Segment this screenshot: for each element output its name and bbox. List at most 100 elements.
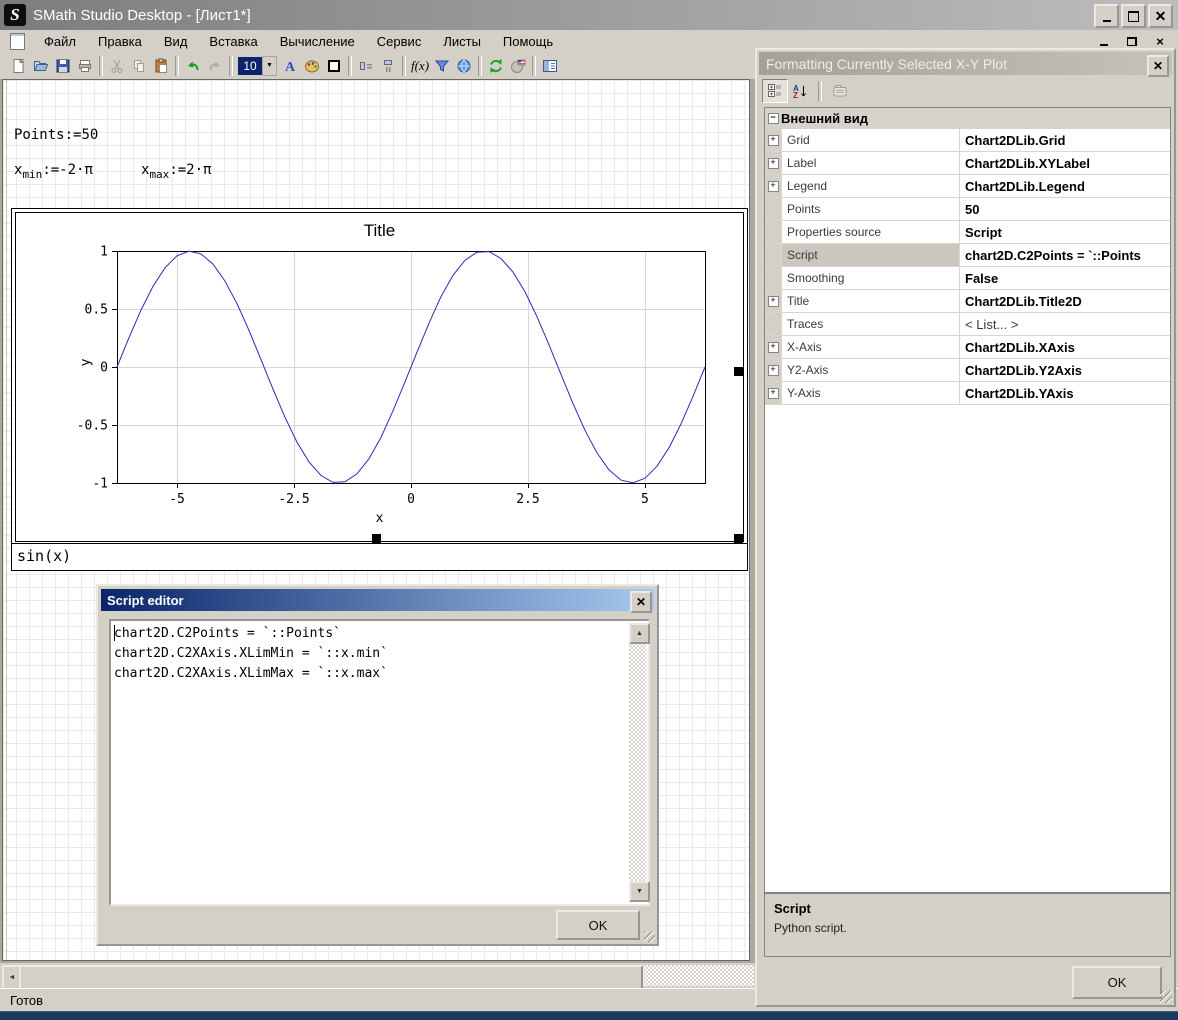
document-icon[interactable]	[10, 33, 25, 50]
minimize-button[interactable]	[1094, 4, 1119, 28]
mdi-restore-button[interactable]	[1124, 34, 1140, 48]
expand-icon[interactable]: +	[768, 365, 779, 376]
font-color-button[interactable]: A	[279, 55, 301, 77]
property-value[interactable]: Chart2DLib.Legend	[960, 175, 1170, 197]
property-row-legend[interactable]: +LegendChart2DLib.Legend	[765, 175, 1170, 198]
menu-item-3[interactable]: Вид	[153, 32, 199, 51]
recalculate-button[interactable]	[485, 55, 507, 77]
collapse-icon[interactable]: −	[768, 113, 779, 124]
property-label[interactable]: Label	[782, 152, 960, 174]
print-button[interactable]	[74, 55, 96, 77]
function-button[interactable]: f(x)	[409, 55, 431, 77]
property-label[interactable]: Smoothing	[782, 267, 960, 289]
script-text-area[interactable]: chart2D.C2Points = `::Points`chart2D.C2X…	[109, 619, 650, 906]
property-row-points[interactable]: Points50	[765, 198, 1170, 221]
menu-item-7[interactable]: Листы	[432, 32, 492, 51]
align-horizontal-button[interactable]	[355, 55, 377, 77]
expression-xmin[interactable]: xmin:=-2·π	[14, 162, 93, 181]
property-row-smoothing[interactable]: SmoothingFalse	[765, 267, 1170, 290]
menu-item-5[interactable]: Вычисление	[269, 32, 366, 51]
menu-item-4[interactable]: Вставка	[198, 32, 268, 51]
property-value[interactable]: Script	[960, 221, 1170, 243]
paste-button[interactable]	[150, 55, 172, 77]
script-vertical-scrollbar[interactable]: ▲ ▼	[629, 623, 646, 902]
new-document-button[interactable]	[8, 55, 30, 77]
script-line[interactable]: chart2D.C2XAxis.XLimMin = `::x.min`	[114, 644, 628, 664]
property-category-row[interactable]: − Внешний вид	[765, 108, 1170, 129]
menu-item-6[interactable]: Сервис	[366, 32, 433, 51]
language-button[interactable]	[507, 55, 529, 77]
script-editor-ok-button[interactable]: OK	[556, 910, 640, 940]
font-size-input[interactable]: 10	[238, 57, 262, 75]
palette-button[interactable]	[301, 55, 323, 77]
categorized-view-button[interactable]	[762, 79, 788, 103]
mdi-close-button[interactable]: ×	[1152, 34, 1168, 48]
trace-expression[interactable]: sin(x)	[12, 543, 747, 569]
undo-button[interactable]	[182, 55, 204, 77]
property-label[interactable]: Properties source	[782, 221, 960, 243]
property-value[interactable]: 50	[960, 198, 1170, 220]
property-row-properties-source[interactable]: Properties sourceScript	[765, 221, 1170, 244]
align-vertical-button[interactable]	[377, 55, 399, 77]
copy-button[interactable]	[128, 55, 150, 77]
property-value[interactable]: Chart2DLib.XAxis	[960, 336, 1170, 358]
property-row-grid[interactable]: +GridChart2DLib.Grid	[765, 129, 1170, 152]
open-button[interactable]	[30, 55, 52, 77]
script-editor-close-button[interactable]: ✕	[630, 591, 652, 613]
worksheet[interactable]: Points:=50 xmin:=-2·π xmax:=2·π -5-2.502…	[2, 79, 750, 961]
script-editor-title-bar[interactable]: Script editor ✕	[101, 589, 654, 611]
property-value[interactable]: Chart2DLib.Grid	[960, 129, 1170, 151]
expression-xmax[interactable]: xmax:=2·π	[141, 162, 211, 181]
filter-button[interactable]	[431, 55, 453, 77]
property-row-traces[interactable]: Traces< List... >	[765, 313, 1170, 336]
property-label[interactable]: Title	[782, 290, 960, 312]
scrollbar-track[interactable]	[629, 623, 646, 902]
formatting-panel-title-bar[interactable]: Formatting Currently Selected X-Y Plot ✕	[759, 52, 1172, 75]
property-row-y2-axis[interactable]: +Y2-AxisChart2DLib.Y2Axis	[765, 359, 1170, 382]
expand-icon[interactable]: +	[768, 342, 779, 353]
property-label[interactable]: Traces	[782, 313, 960, 335]
expand-icon[interactable]: +	[768, 296, 779, 307]
font-size-dropdown-button[interactable]: ▼	[262, 56, 277, 76]
menu-item-1[interactable]: Файл	[33, 32, 87, 51]
property-value[interactable]: Chart2DLib.XYLabel	[960, 152, 1170, 174]
xy-plot-widget[interactable]: -5-2.502.5510.50-0.5-1 Title y x sin(x)	[11, 208, 748, 571]
properties-button[interactable]	[539, 55, 561, 77]
script-lines[interactable]: chart2D.C2Points = `::Points`chart2D.C2X…	[114, 624, 628, 901]
expand-icon[interactable]: +	[768, 158, 779, 169]
save-button[interactable]	[52, 55, 74, 77]
scroll-up-button[interactable]: ▲	[629, 623, 650, 644]
selection-handle[interactable]	[734, 367, 743, 376]
property-label[interactable]: Script	[782, 244, 960, 266]
property-row-script[interactable]: Scriptchart2D.C2Points = `::Points	[765, 244, 1170, 267]
property-row-y-axis[interactable]: +Y-AxisChart2DLib.YAxis	[765, 382, 1170, 405]
menu-item-2[interactable]: Правка	[87, 32, 153, 51]
selection-handle[interactable]	[372, 534, 381, 543]
expression-points[interactable]: Points:=50	[14, 127, 98, 143]
property-value[interactable]: False	[960, 267, 1170, 289]
border-button[interactable]	[323, 55, 345, 77]
property-row-title[interactable]: +TitleChart2DLib.Title2D	[765, 290, 1170, 313]
expand-icon[interactable]: +	[768, 181, 779, 192]
formatting-panel-close-button[interactable]: ✕	[1147, 55, 1169, 77]
property-row-x-axis[interactable]: +X-AxisChart2DLib.XAxis	[765, 336, 1170, 359]
menu-item-8[interactable]: Помощь	[492, 32, 564, 51]
property-value[interactable]: Chart2DLib.Title2D	[960, 290, 1170, 312]
script-line[interactable]: chart2D.C2XAxis.XLimMax = `::x.max`	[114, 664, 628, 684]
property-label[interactable]: Grid	[782, 129, 960, 151]
web-help-button[interactable]	[453, 55, 475, 77]
property-label[interactable]: Points	[782, 198, 960, 220]
property-label[interactable]: Legend	[782, 175, 960, 197]
property-value[interactable]: Chart2DLib.YAxis	[960, 382, 1170, 404]
cut-button[interactable]	[106, 55, 128, 77]
resize-grip[interactable]	[644, 931, 655, 942]
maximize-button[interactable]	[1121, 4, 1146, 28]
expand-icon[interactable]: +	[768, 135, 779, 146]
redo-button[interactable]	[204, 55, 226, 77]
property-label[interactable]: Y2-Axis	[782, 359, 960, 381]
formatting-panel-ok-button[interactable]: OK	[1072, 966, 1162, 999]
scroll-down-button[interactable]: ▼	[629, 881, 650, 902]
resize-grip[interactable]	[1160, 991, 1172, 1003]
alphabetical-sort-button[interactable]: AZ	[788, 80, 812, 102]
property-value[interactable]: chart2D.C2Points = `::Points	[960, 244, 1170, 266]
